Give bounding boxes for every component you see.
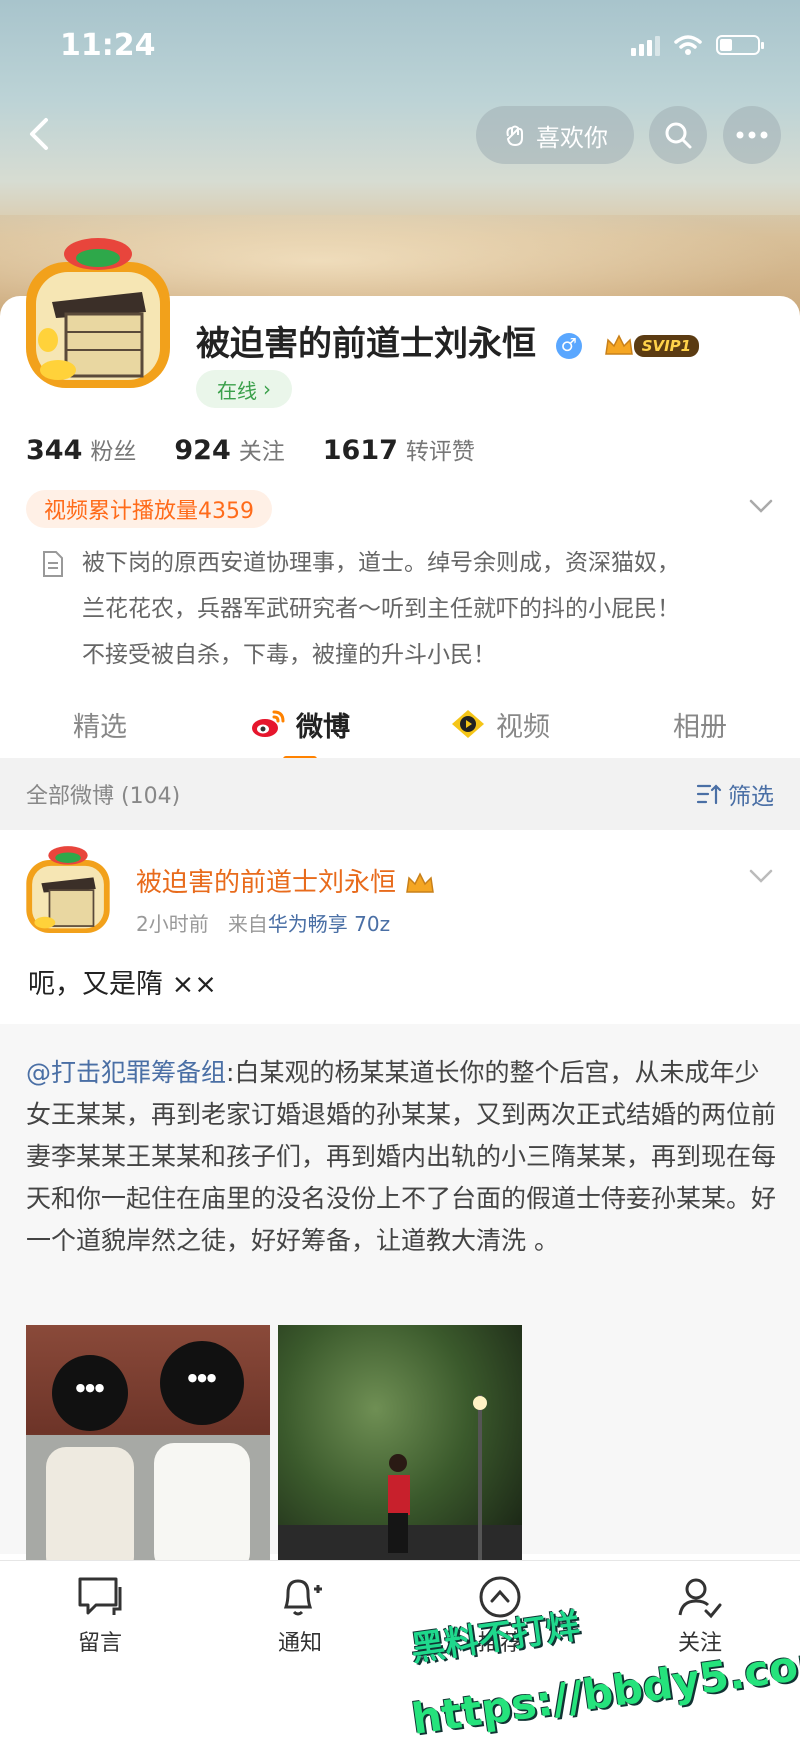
tab-label: 微博 [296,711,350,743]
stat-followers[interactable]: 344 粉丝 [26,432,136,466]
stat-value: 1617 [322,435,398,466]
expand-profile-button[interactable] [748,498,774,518]
bio-document-icon [40,550,66,582]
search-button[interactable] [649,106,707,164]
filter-label: 筛选 [728,784,774,810]
tab-featured[interactable]: 精选 [0,690,200,758]
post-menu-button[interactable] [748,868,774,888]
profile-name-text: 被迫害的前道士刘永恒 [196,324,536,364]
user-check-icon [678,1578,722,1619]
chat-icon [78,1577,122,1615]
hand-heart-icon [506,125,523,147]
post-text: 呃，又是隋 ×× [28,969,217,1000]
profile-stats: 344 粉丝 924 关注 1617 转评赞 [26,432,475,466]
search-icon [665,122,692,149]
repost-image-2[interactable] [278,1325,522,1565]
wifi-icon [674,35,702,55]
signal-icon [631,34,660,56]
filter-button[interactable]: 筛选 [696,777,774,811]
tab-label: 精选 [73,711,127,743]
repost-body: :白某观的杨某某道长你的整个后宫，从未成年少女王某某，再到老家订婚退婚的孙某某，… [26,1058,777,1255]
battery-icon [716,35,764,55]
notify-button[interactable]: 通知 [200,1561,400,1732]
filter-sort-icon [696,784,722,805]
post-source-prefix: 来自 [227,912,268,936]
profile-bio: 被下岗的原西安道协理事，道士。绰号余则成，资深猫奴， 兰花花农，兵器军武研究者～… [82,540,742,678]
video-play-count-badge[interactable]: 视频累计播放量4359 [26,490,272,528]
stat-following[interactable]: 924 关注 [174,432,284,466]
back-button[interactable] [18,112,62,156]
stat-value: 924 [174,435,231,466]
stat-value: 344 [26,435,83,466]
repost-image-1[interactable]: ●●● ●●● [26,1325,270,1565]
video-play-count-label: 视频累计播放量4359 [44,499,254,524]
chevron-down-icon [749,499,773,513]
bio-line: 被下岗的原西安道协理事，道士。绰号余则成，资深猫奴， [82,550,680,576]
post-author-avatar[interactable] [24,842,112,936]
post-author-name-text: 被迫害的前道士刘永恒 [136,868,397,898]
more-button[interactable] [723,106,781,164]
online-status-label: 在线 [217,378,257,403]
status-time: 11:24 [60,28,156,63]
like-you-label: 喜欢你 [536,123,608,152]
video-play-icon [452,710,484,738]
bio-line: 兰花花农，兵器军武研究者～听到主任就吓的抖的小屁民！ [82,596,680,622]
chevron-right-icon: › [263,377,271,401]
stat-interactions[interactable]: 1617 转评赞 [323,432,475,466]
online-status-pill[interactable]: 在线 › [196,370,292,408]
profile-name: 被迫害的前道士刘永恒 ♂ SVIP1 [196,316,700,365]
weibo-logo-icon [252,710,285,737]
notify-label: 通知 [277,1631,322,1656]
status-bar: 11:24 [0,0,800,96]
status-icons [631,34,764,56]
svg-text:●●●: ●●● [188,1371,217,1384]
chevron-down-icon [749,869,773,883]
repost-mention-link[interactable]: @打击犯罪筹备组 [26,1058,226,1087]
verified-male-icon: ♂ [555,332,582,359]
post-author-name[interactable]: 被迫害的前道士刘永恒 [136,862,436,899]
bell-plus-icon [283,1579,322,1616]
comment-label: 留言 [77,1631,122,1656]
tab-label: 相册 [673,711,727,743]
weibo-count-label: 全部微博 (104) [26,784,181,809]
post-source[interactable]: 华为畅享 70z [268,912,390,936]
svip-label: SVIP1 [633,334,700,357]
tab-album[interactable]: 相册 [600,690,800,758]
chevron-left-icon [30,118,48,150]
profile-tabs: 精选 微博 视频 相册 [0,690,800,762]
tab-video[interactable]: 视频 [400,690,600,758]
bio-line: 不接受被自杀，下毒，被撞的升斗小民！ [82,642,496,668]
crown-icon [604,333,633,355]
stat-label: 关注 [238,439,285,465]
like-you-button[interactable]: 喜欢你 [476,106,634,164]
stat-label: 粉丝 [90,439,137,465]
repost-text: @打击犯罪筹备组:白某观的杨某某道长你的整个后宫，从未成年少女王某某，再到老家订… [26,1052,776,1262]
feed-filter-bar: 全部微博 (104) 筛选 [0,758,800,830]
comment-button[interactable]: 留言 [0,1561,200,1732]
profile-avatar[interactable] [22,232,174,392]
crown-icon [406,871,435,893]
post-meta: 2小时前 来自华为畅享 70z [136,908,390,937]
tab-label: 视频 [496,711,550,743]
svg-text:●●●: ●●● [76,1381,105,1394]
post-time: 2小时前 [136,912,209,936]
more-dots-icon [736,131,768,139]
stat-label: 转评赞 [405,439,475,465]
tab-weibo[interactable]: 微博 [200,690,400,762]
svip-badge[interactable]: SVIP1 [604,333,700,358]
